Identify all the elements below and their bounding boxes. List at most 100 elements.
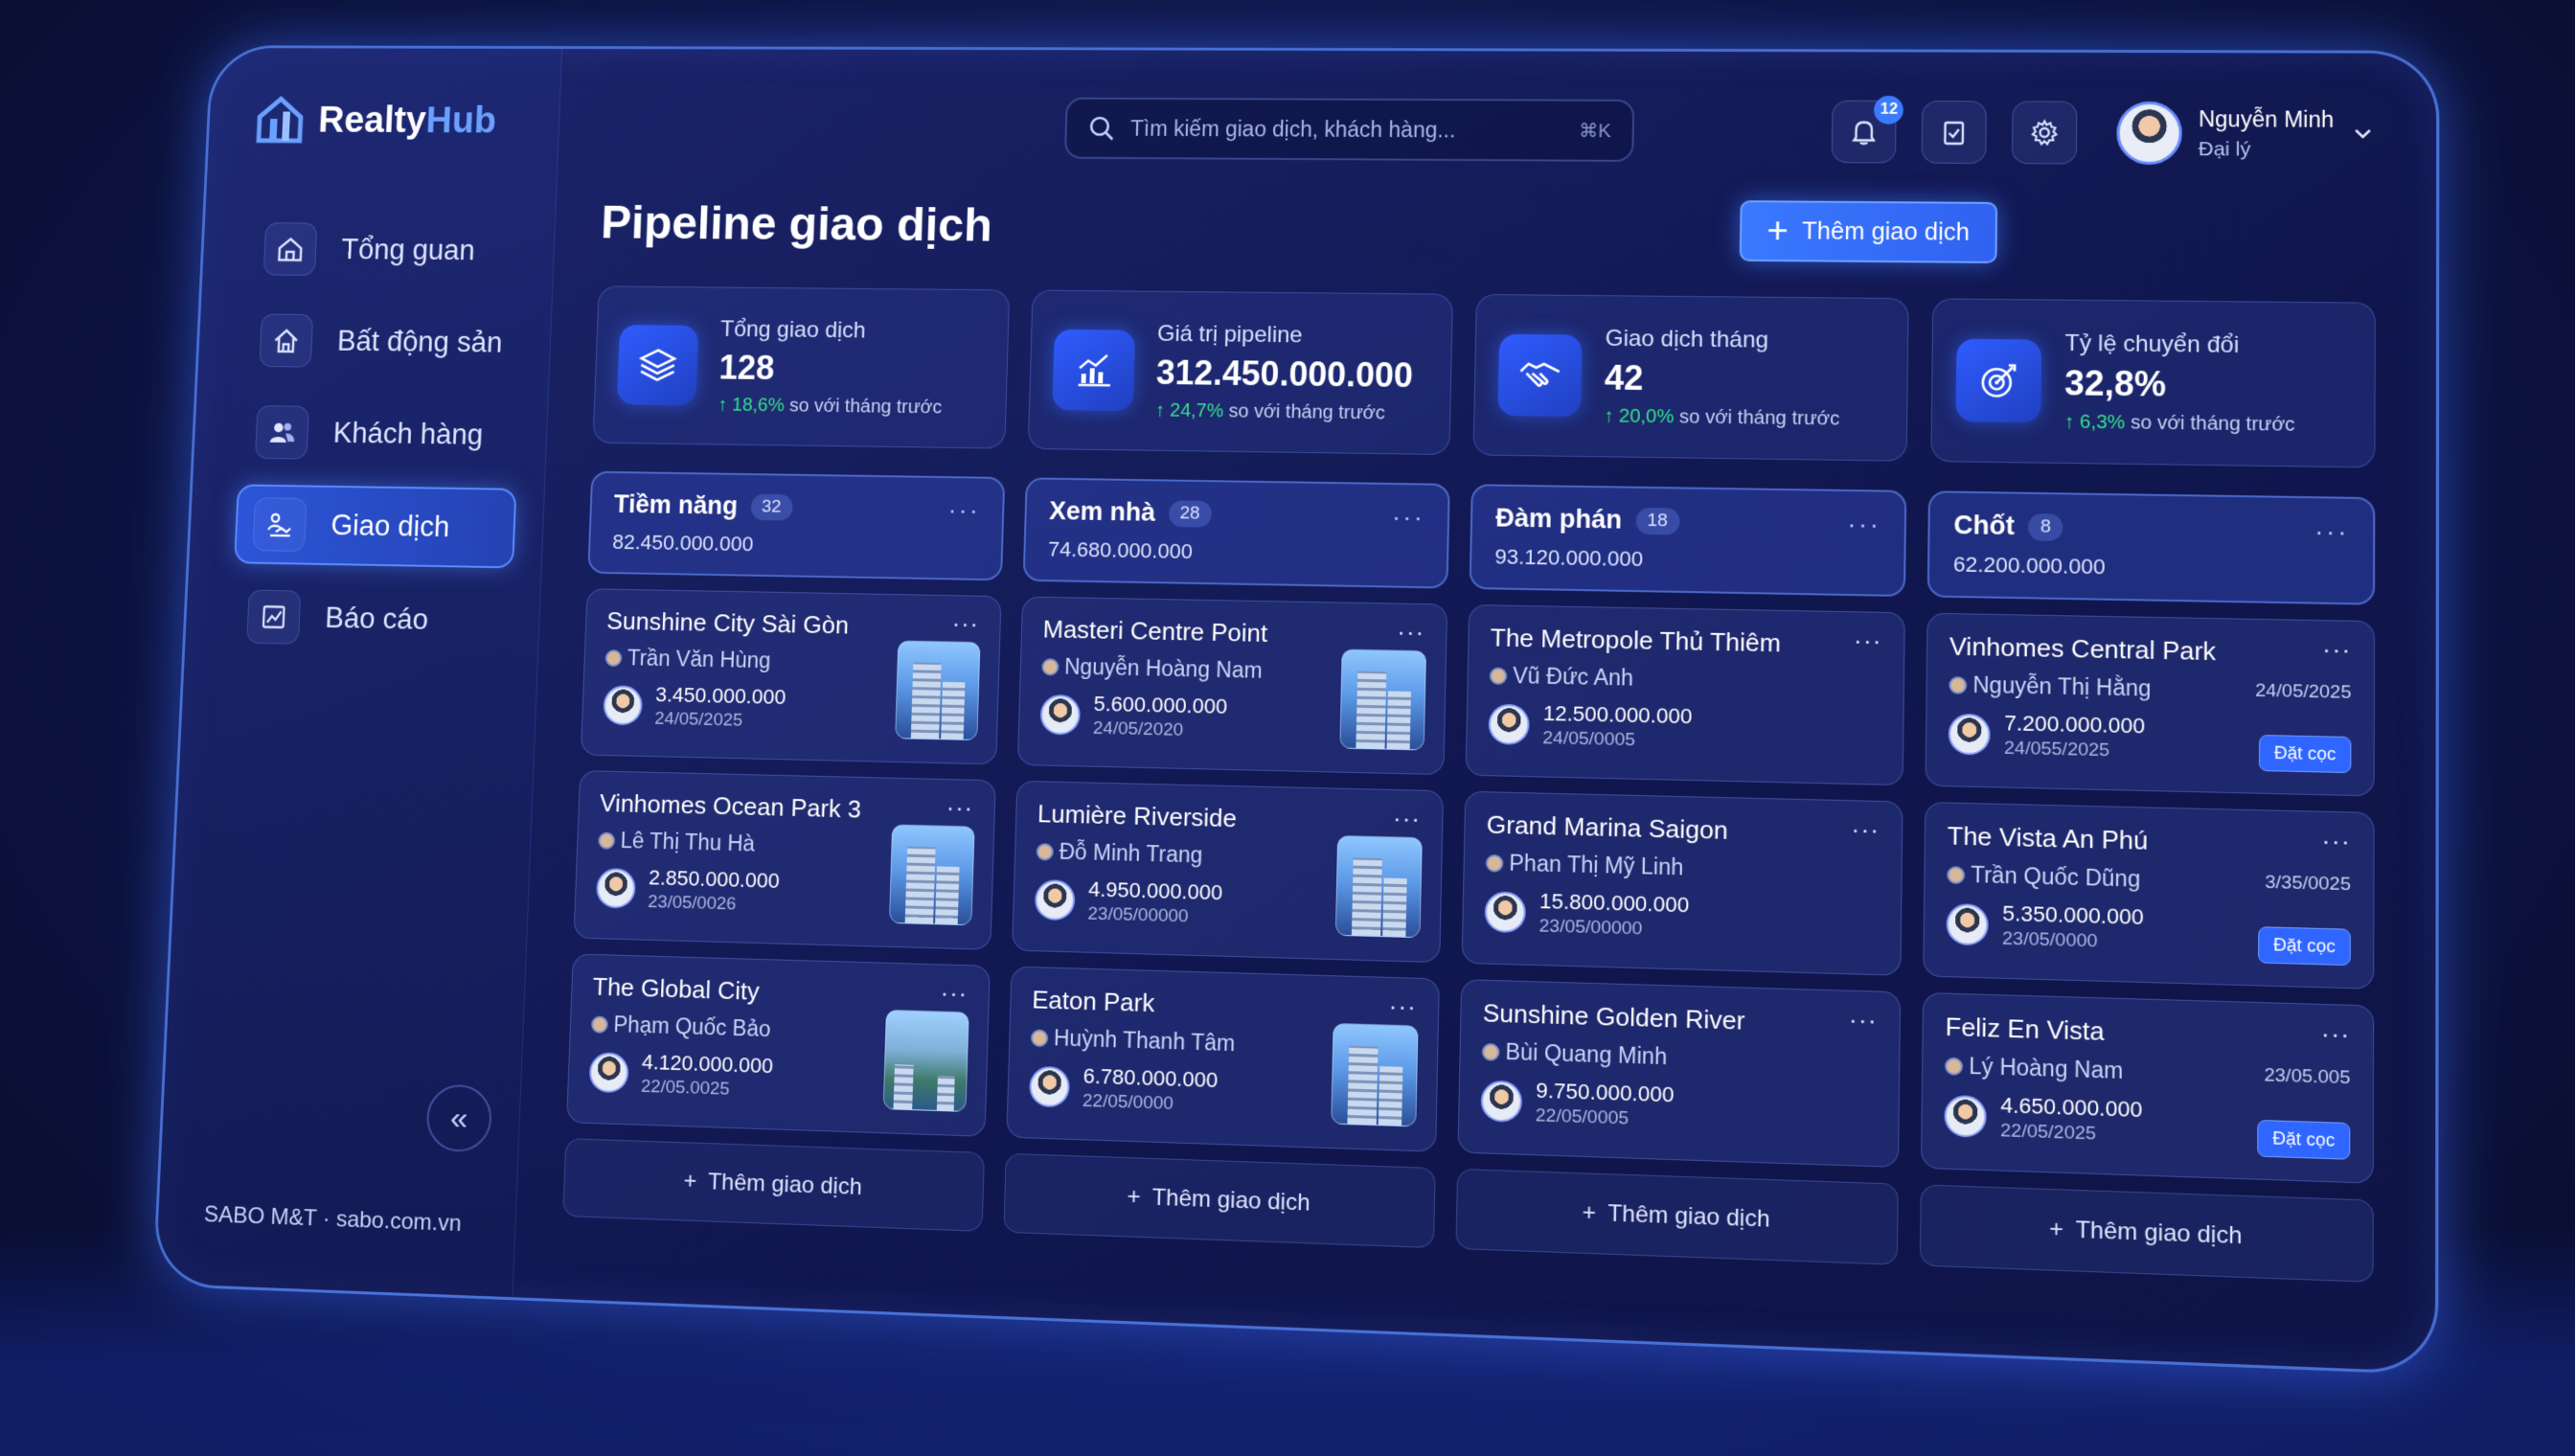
deal-price: 15.800.000.000: [1538, 888, 1690, 918]
search-input[interactable]: Tìm kiếm giao dịch, khách hàng... ⌘K: [1063, 97, 1635, 162]
deal-card[interactable]: Sunshine Golden River Bùi Quang Minh 9.7…: [1457, 979, 1902, 1169]
more-icon[interactable]: ···: [1849, 1005, 1878, 1036]
deal-card[interactable]: The Global City Phạm Quốc Bảo 4.120.000.…: [566, 953, 991, 1137]
deal-name: Sunshine City Sài Gòn: [605, 606, 850, 640]
deal-card[interactable]: The Vista An Phú Trần Quốc Dũng 5.350.00…: [1923, 802, 2375, 990]
tasks-button[interactable]: [1922, 101, 1988, 164]
deal-card[interactable]: Lumière Riverside Đỗ Minh Trang 4.950.00…: [1012, 780, 1445, 964]
more-icon[interactable]: ···: [951, 609, 979, 639]
collapse-sidebar-button[interactable]: «: [425, 1083, 493, 1153]
kanban-column-closed: Chốt 8 62.200.000.000 ··· Vinhomes Centra…: [1919, 490, 2376, 1283]
add-deal-label: Thêm giao dịch: [1607, 1200, 1770, 1233]
deal-date: 24/055/2025: [2003, 738, 2110, 762]
property-image: [895, 640, 981, 741]
deal-card[interactable]: Feliz En Vista Lý Hoàng Nam 4.650.000.00…: [1920, 991, 2375, 1184]
deal-date: 24/05/0005: [1542, 728, 1636, 751]
more-icon[interactable]: ···: [1851, 815, 1880, 846]
more-icon[interactable]: ···: [2321, 826, 2351, 857]
deal-card[interactable]: Vinhomes Ocean Park 3 Lê Thị Thu Hà 2.85…: [573, 770, 996, 950]
sidebar-item-label: Báo cáo: [324, 601, 429, 636]
more-icon[interactable]: ···: [1397, 618, 1425, 648]
sidebar-item-label: Khách hàng: [332, 416, 484, 451]
stat-label: Tỷ lệ chuyển đổi: [2064, 330, 2240, 358]
deal-card[interactable]: Grand Marina Saigon Phan Thị Mỹ Linh 15.…: [1461, 790, 1903, 976]
property-image: [888, 824, 975, 926]
owner-avatar: [1481, 1042, 1500, 1061]
more-icon[interactable]: ···: [2322, 635, 2352, 666]
deal-name: The Vista An Phú: [1947, 821, 2149, 855]
deal-card[interactable]: Vinhomes Central Park Nguyễn Thị Hằng 7.…: [1925, 612, 2376, 797]
deal-card[interactable]: The Metropole Thủ Thiêm Vũ Đức Anh 12.50…: [1465, 603, 1905, 786]
owner-avatar: [1947, 865, 1966, 884]
sidebar-item-reports[interactable]: Báo cáo: [230, 577, 513, 662]
column-header: Chốt 8 62.200.000.000 ···: [1926, 490, 2376, 605]
more-icon[interactable]: ···: [1392, 502, 1425, 533]
deal-card[interactable]: Masteri Centre Point Nguyễn Hoàng Nam 5.…: [1016, 596, 1448, 776]
add-deal-button[interactable]: + Thêm giao dịch: [1455, 1168, 1899, 1265]
more-icon[interactable]: ···: [1388, 991, 1417, 1022]
settings-button[interactable]: [2012, 101, 2078, 165]
kanban-column-viewing: Xem nhà 28 74.680.000.000 ··· Masteri Cen…: [1003, 477, 1450, 1249]
more-icon[interactable]: ···: [947, 495, 980, 526]
more-icon[interactable]: ···: [946, 793, 973, 824]
deal-name: Sunshine Golden River: [1482, 998, 1745, 1035]
owner-avatar: [1036, 842, 1054, 861]
owner-avatar: [1030, 1028, 1049, 1047]
target-icon: [1955, 338, 2041, 423]
avatar: [595, 868, 636, 909]
avatar: [2116, 101, 2183, 166]
deal-price: 7.200.000.000: [2004, 710, 2146, 739]
plus-icon: +: [683, 1168, 697, 1194]
more-icon[interactable]: ···: [2314, 516, 2349, 548]
deal-date: 22/05/0000: [1082, 1090, 1174, 1115]
add-deal-button[interactable]: + Thêm giao dịch: [1003, 1152, 1436, 1249]
users-icon: [255, 405, 309, 460]
kanban-column-potential: Tiềm năng 32 82.450.000.000 ··· Sunshine …: [562, 470, 1006, 1232]
notifications-button[interactable]: 12: [1832, 95, 1904, 164]
owner-avatar: [590, 1014, 609, 1034]
deal-date: 24/05/2020: [1092, 717, 1184, 740]
title-row: Pipeline giao dịch + Thêm giao dịch: [599, 171, 2376, 288]
property-image: [882, 1009, 969, 1112]
sidebar-item-customers[interactable]: Khách hàng: [239, 393, 521, 476]
deal-name: The Metropole Thủ Thiêm: [1490, 623, 1782, 658]
deal-price: 5.600.000.000: [1093, 692, 1228, 718]
avatar: [1484, 891, 1527, 934]
add-transaction-button[interactable]: + Thêm giao dịch: [1739, 200, 1998, 263]
stat-value: 312.450.000.000: [1155, 353, 1414, 395]
column-header: Tiềm năng 32 82.450.000.000 ···: [587, 470, 1006, 581]
stat-card-total: Tổng giao dịch 128 ↑ 18,6% so với tháng …: [592, 285, 1010, 449]
chevron-down-icon: [2350, 122, 2376, 147]
sidebar-item-overview[interactable]: Tổng guan: [246, 210, 528, 291]
owner-avatar: [598, 831, 616, 850]
gear-icon: [2029, 117, 2061, 148]
column-count: 32: [750, 493, 793, 521]
logo[interactable]: RealtyHub: [253, 93, 533, 147]
stat-value: 42: [1604, 357, 1644, 398]
owner-avatar: [1945, 1057, 1964, 1076]
column-count: 18: [1635, 507, 1680, 535]
add-deal-button[interactable]: + Thêm giao dịch: [562, 1138, 985, 1232]
stat-label: Giá trị pipeline: [1156, 320, 1303, 348]
stat-label: Tổng giao dịch: [719, 316, 867, 343]
sidebar-item-transactions[interactable]: Giao dịch: [234, 484, 517, 569]
deal-price: 4.120.000.000: [641, 1049, 774, 1079]
property-image: [1339, 648, 1426, 751]
deal-date: 23/05/0026: [647, 892, 737, 915]
user-name: Nguyễn Minh: [2198, 105, 2335, 132]
user-menu[interactable]: Nguyễn Minh Đại lý: [2116, 101, 2377, 166]
more-icon[interactable]: ···: [1847, 509, 1880, 540]
column-title: Xem nhà: [1048, 496, 1156, 527]
sidebar-item-properties[interactable]: Bất động sản: [242, 301, 524, 383]
column-count: 28: [1168, 499, 1212, 528]
more-icon[interactable]: ···: [2321, 1019, 2351, 1051]
more-icon[interactable]: ···: [1854, 626, 1882, 656]
add-deal-button[interactable]: + Thêm giao dịch: [1919, 1184, 2374, 1283]
deal-card[interactable]: Eaton Park Huỳnh Thanh Tâm 6.780.000.000…: [1006, 966, 1440, 1152]
plus-icon: +: [1766, 211, 1789, 252]
column-header: Đàm phán 18 93.120.000.000 ···: [1469, 484, 1907, 598]
deal-card[interactable]: Sunshine City Sài Gòn Trần Văn Hùng 3.45…: [580, 588, 1002, 765]
more-icon[interactable]: ···: [940, 978, 968, 1009]
topbar: Tìm kiếm giao dịch, khách hàng... ⌘K 12: [604, 89, 2376, 172]
more-icon[interactable]: ···: [1393, 804, 1422, 834]
